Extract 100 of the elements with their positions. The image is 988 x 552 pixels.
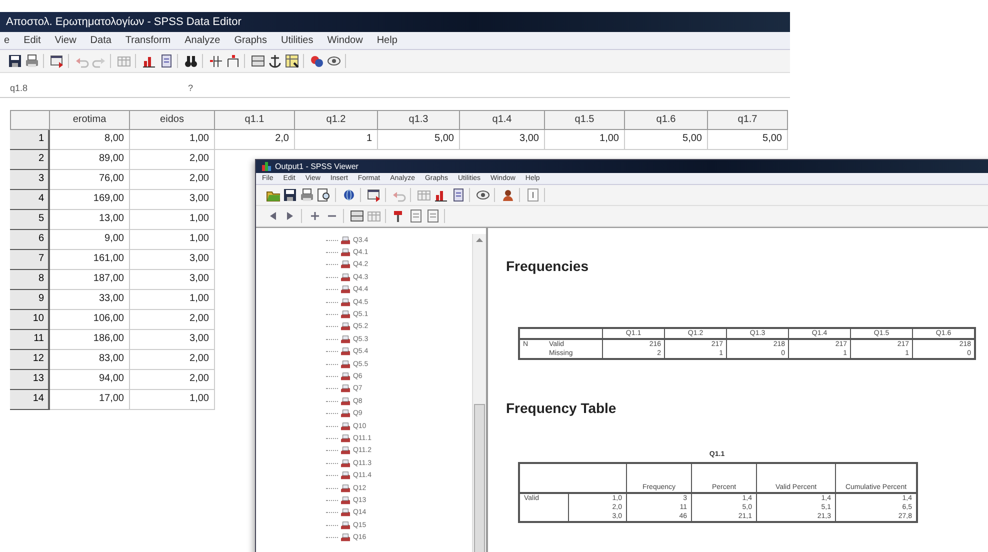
menu-item[interactable]: Data <box>90 35 112 46</box>
labels-icon[interactable] <box>310 54 324 68</box>
row-number[interactable]: 5 <box>10 210 50 230</box>
eye-icon[interactable] <box>327 54 341 68</box>
output-log-icon <box>340 496 351 505</box>
table-cell[interactable]: 1 <box>295 130 378 150</box>
column-header[interactable]: q1.6 <box>625 110 708 130</box>
dialog-icon[interactable] <box>50 54 64 68</box>
table-cell[interactable]: 1,00 <box>130 130 215 150</box>
anchor-icon[interactable] <box>268 54 282 68</box>
table-cell[interactable]: 3,00 <box>130 250 215 270</box>
column-header[interactable]: q1.2 <box>295 110 378 130</box>
printer-icon[interactable] <box>300 188 314 202</box>
table-cell[interactable]: 1,00 <box>130 390 215 410</box>
column-header[interactable]: q1.4 <box>460 110 545 130</box>
binoculars-icon[interactable] <box>184 54 198 68</box>
table-cell[interactable]: 161,00 <box>50 250 130 270</box>
row-number[interactable]: 1 <box>10 130 50 150</box>
column-header[interactable]: q1.1 <box>215 110 295 130</box>
scroll-up-icon[interactable] <box>475 237 484 243</box>
table-cell[interactable]: 3,00 <box>460 130 545 150</box>
row-number[interactable]: 6 <box>10 230 50 250</box>
column-header[interactable]: erotima <box>50 110 130 130</box>
insert-row-icon[interactable] <box>209 54 223 68</box>
table-cell[interactable]: 1,00 <box>130 210 215 230</box>
dialog-icon[interactable] <box>367 188 381 202</box>
preview-icon[interactable] <box>317 188 331 202</box>
insert-column-icon[interactable] <box>226 54 240 68</box>
menu-item[interactable]: Analyze <box>184 35 220 46</box>
menu-item[interactable]: e <box>4 35 10 46</box>
table-cell[interactable]: 3,00 <box>130 270 215 290</box>
row-number[interactable]: 11 <box>10 330 50 350</box>
table-cell[interactable]: 33,00 <box>50 290 130 310</box>
floppy-icon[interactable] <box>8 54 22 68</box>
table-cell[interactable]: 13,00 <box>50 210 130 230</box>
column-header[interactable]: q1.7 <box>708 110 788 130</box>
cell-value: ? <box>188 83 194 93</box>
table-cell[interactable]: 9,00 <box>50 230 130 250</box>
column-header[interactable]: q1.5 <box>545 110 625 130</box>
table-cell[interactable]: 186,00 <box>50 330 130 350</box>
page-icon[interactable] <box>426 209 440 223</box>
menu-item[interactable]: Transform <box>125 35 171 46</box>
globe-icon[interactable] <box>342 188 356 202</box>
figure-icon[interactable] <box>501 188 515 202</box>
table-cell[interactable]: 2,00 <box>130 150 215 170</box>
table-cell[interactable]: 1,00 <box>545 130 625 150</box>
row-number[interactable]: 2 <box>10 150 50 170</box>
table-cell[interactable]: 2,00 <box>130 170 215 190</box>
table-cell[interactable]: 2,00 <box>130 310 215 330</box>
row-number[interactable]: 14 <box>10 390 50 410</box>
table-cell[interactable]: 8,00 <box>50 130 130 150</box>
floppy-icon[interactable] <box>283 188 297 202</box>
row-number[interactable]: 9 <box>10 290 50 310</box>
table-cell[interactable]: 3,00 <box>130 190 215 210</box>
table-cell[interactable]: 2,00 <box>130 370 215 390</box>
bar-chart-icon[interactable] <box>434 188 448 202</box>
document-icon[interactable] <box>159 54 173 68</box>
table-cell[interactable]: 1,00 <box>130 290 215 310</box>
table-cell[interactable]: 76,00 <box>50 170 130 190</box>
split-icon[interactable] <box>251 54 265 68</box>
table-cell[interactable]: 5,00 <box>378 130 460 150</box>
table-cell[interactable]: 187,00 <box>50 270 130 290</box>
row-number[interactable]: 12 <box>10 350 50 370</box>
table-cell[interactable]: 1,00 <box>130 230 215 250</box>
table-cell[interactable]: 3,00 <box>130 330 215 350</box>
menu-item[interactable]: View <box>54 35 76 46</box>
printer-icon[interactable] <box>25 54 39 68</box>
page-icon[interactable] <box>409 209 423 223</box>
table-cell[interactable]: 2,00 <box>130 350 215 370</box>
plus-icon[interactable] <box>308 209 322 223</box>
info-icon[interactable] <box>526 188 540 202</box>
split-icon[interactable] <box>350 209 364 223</box>
menu-item[interactable]: Graphs <box>234 35 267 46</box>
table-cell[interactable]: 5,00 <box>708 130 788 150</box>
bar-chart-icon[interactable] <box>142 54 156 68</box>
document-icon[interactable] <box>451 188 465 202</box>
row-number[interactable]: 4 <box>10 190 50 210</box>
menu-item[interactable]: Help <box>376 35 398 46</box>
eye-icon[interactable] <box>476 188 490 202</box>
table-cell[interactable]: 169,00 <box>50 190 130 210</box>
table-cell[interactable]: 83,00 <box>50 350 130 370</box>
row-number[interactable]: 3 <box>10 170 50 190</box>
row-number[interactable]: 7 <box>10 250 50 270</box>
row-number[interactable]: 10 <box>10 310 50 330</box>
column-header[interactable]: q1.3 <box>378 110 460 130</box>
table-cell[interactable]: 94,00 <box>50 370 130 390</box>
window-title: Output1 - SPSS Viewer <box>275 162 358 171</box>
table-cell[interactable]: 2,0 <box>215 130 295 150</box>
table-cell[interactable]: 5,00 <box>625 130 708 150</box>
table-cell[interactable]: 106,00 <box>50 310 130 330</box>
row-number[interactable]: 13 <box>10 370 50 390</box>
menu-item[interactable]: Window <box>327 35 363 46</box>
table-cell[interactable]: 89,00 <box>50 150 130 170</box>
row-number[interactable]: 8 <box>10 270 50 290</box>
select-icon[interactable] <box>285 54 299 68</box>
menu-item[interactable]: Edit <box>24 35 41 46</box>
column-header[interactable]: eidos <box>130 110 215 130</box>
menu-item[interactable]: Utilities <box>281 35 314 46</box>
table-cell[interactable]: 17,00 <box>50 390 130 410</box>
scrollbar[interactable] <box>472 234 486 552</box>
